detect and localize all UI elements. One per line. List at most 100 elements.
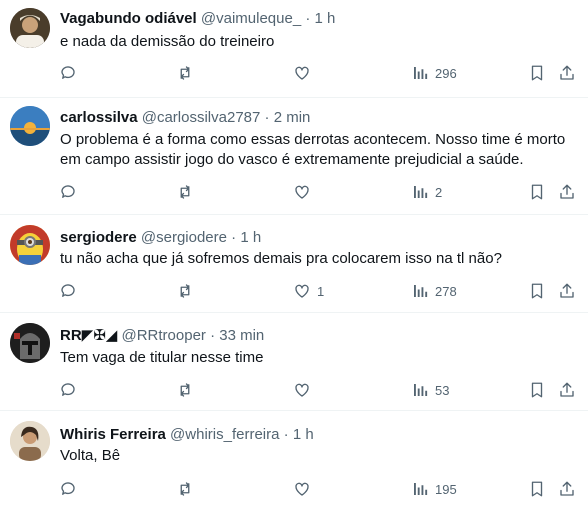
bookmark-icon bbox=[531, 184, 543, 200]
views-chart-icon bbox=[414, 186, 428, 198]
share-button[interactable] bbox=[558, 479, 576, 499]
views-button[interactable]: 278 bbox=[411, 281, 457, 301]
reply-icon bbox=[61, 185, 75, 198]
separator-dot: · bbox=[210, 327, 216, 344]
avatar[interactable] bbox=[10, 106, 50, 146]
separator-dot: · bbox=[231, 229, 237, 246]
reply-button[interactable] bbox=[59, 63, 83, 83]
display-name[interactable]: RR◤✠◢ bbox=[60, 327, 117, 344]
avatar-image bbox=[10, 225, 50, 265]
timestamp[interactable]: 1 h bbox=[240, 229, 261, 246]
avatar[interactable] bbox=[10, 225, 50, 265]
views-button[interactable]: 2 bbox=[411, 182, 442, 202]
reply-button[interactable] bbox=[59, 479, 83, 499]
timestamp[interactable]: 1 h bbox=[315, 10, 336, 27]
avatar[interactable] bbox=[10, 421, 50, 461]
views-button[interactable]: 195 bbox=[411, 479, 457, 499]
reply-button[interactable] bbox=[59, 380, 83, 400]
view-count: 278 bbox=[435, 283, 457, 299]
like-button[interactable] bbox=[293, 182, 317, 202]
share-icon bbox=[560, 65, 574, 80]
views-button[interactable]: 296 bbox=[411, 63, 457, 83]
bookmark-icon bbox=[531, 481, 543, 497]
display-name[interactable]: Vagabundo odiável bbox=[60, 10, 197, 27]
views-chart-icon bbox=[414, 285, 428, 297]
avatar[interactable] bbox=[10, 323, 50, 363]
user-handle[interactable]: @whiris_ferreira bbox=[170, 426, 279, 443]
action-bar: 195 bbox=[0, 479, 588, 499]
display-name[interactable]: Whiris Ferreira bbox=[60, 426, 166, 443]
reply-button[interactable] bbox=[59, 281, 83, 301]
tweet[interactable]: Vagabundo odiável @vaimuleque_ · 1 h e n… bbox=[0, 0, 588, 98]
action-bar: 1 278 bbox=[0, 281, 588, 301]
bookmark-button[interactable] bbox=[528, 281, 546, 301]
like-button[interactable] bbox=[293, 380, 317, 400]
retweet-button[interactable] bbox=[176, 380, 200, 400]
retweet-button[interactable] bbox=[176, 63, 200, 83]
retweet-button[interactable] bbox=[176, 182, 200, 202]
separator-dot: · bbox=[264, 109, 270, 126]
timestamp[interactable]: 33 min bbox=[219, 327, 264, 344]
action-bar: 2 bbox=[0, 182, 588, 202]
tweet-header: carlossilva @carlossilva2787 · 2 min bbox=[60, 108, 310, 128]
avatar-image bbox=[10, 8, 50, 48]
heart-icon bbox=[295, 284, 309, 298]
bookmark-button[interactable] bbox=[528, 479, 546, 499]
share-button[interactable] bbox=[558, 281, 576, 301]
retweet-icon bbox=[180, 482, 190, 496]
tweet-header: sergiodere @sergiodere · 1 h bbox=[60, 228, 261, 248]
retweet-icon bbox=[180, 66, 190, 80]
tweet-text: Volta, Bê bbox=[60, 447, 121, 464]
timestamp[interactable]: 1 h bbox=[293, 426, 314, 443]
tweet[interactable]: carlossilva @carlossilva2787 · 2 min O p… bbox=[0, 98, 588, 215]
share-button[interactable] bbox=[558, 380, 576, 400]
bookmark-icon bbox=[531, 283, 543, 299]
tweet-text: e nada da demissão do treineiro bbox=[60, 33, 275, 50]
share-button[interactable] bbox=[558, 63, 576, 83]
heart-icon bbox=[295, 185, 309, 199]
user-handle[interactable]: @carlossilva2787 bbox=[142, 109, 261, 126]
user-handle[interactable]: @vaimuleque_ bbox=[201, 10, 301, 27]
retweet-icon bbox=[180, 383, 190, 397]
avatar-image bbox=[10, 421, 50, 461]
share-icon bbox=[560, 184, 574, 199]
views-button[interactable]: 53 bbox=[411, 380, 449, 400]
like-button[interactable]: 1 bbox=[293, 281, 324, 301]
reply-icon bbox=[61, 284, 75, 297]
share-icon bbox=[560, 481, 574, 496]
reply-button[interactable] bbox=[59, 182, 83, 202]
bookmark-button[interactable] bbox=[528, 380, 546, 400]
action-bar: 296 bbox=[0, 63, 588, 83]
view-count: 195 bbox=[435, 481, 457, 497]
action-bar: 53 bbox=[0, 380, 588, 400]
like-button[interactable] bbox=[293, 479, 317, 499]
heart-icon bbox=[295, 383, 309, 397]
views-chart-icon bbox=[414, 67, 428, 79]
tweet[interactable]: Whiris Ferreira @whiris_ferreira · 1 h V… bbox=[0, 411, 588, 510]
share-icon bbox=[560, 283, 574, 298]
tweet[interactable]: sergiodere @sergiodere · 1 h tu não acha… bbox=[0, 215, 588, 313]
like-button[interactable] bbox=[293, 63, 317, 83]
display-name[interactable]: sergiodere bbox=[60, 229, 137, 246]
tweet-header: RR◤✠◢ @RRtrooper · 33 min bbox=[60, 326, 264, 346]
tweet-header: Whiris Ferreira @whiris_ferreira · 1 h bbox=[60, 425, 314, 445]
reply-feed: Vagabundo odiável @vaimuleque_ · 1 h e n… bbox=[0, 0, 588, 510]
view-count: 53 bbox=[435, 382, 450, 398]
share-button[interactable] bbox=[558, 182, 576, 202]
tweet-header: Vagabundo odiável @vaimuleque_ · 1 h bbox=[60, 9, 335, 29]
tweet[interactable]: RR◤✠◢ @RRtrooper · 33 min Tem vaga de ti… bbox=[0, 313, 588, 411]
view-count: 2 bbox=[435, 184, 443, 200]
user-handle[interactable]: @sergiodere bbox=[141, 229, 227, 246]
tweet-text: Tem vaga de titular nesse time bbox=[60, 349, 264, 366]
views-chart-icon bbox=[414, 384, 428, 396]
retweet-button[interactable] bbox=[176, 479, 200, 499]
bookmark-button[interactable] bbox=[528, 63, 546, 83]
avatar[interactable] bbox=[10, 8, 50, 48]
tweet-text: tu não acha que já sofremos demais pra c… bbox=[60, 250, 502, 267]
retweet-button[interactable] bbox=[176, 281, 200, 301]
heart-icon bbox=[295, 482, 309, 496]
timestamp[interactable]: 2 min bbox=[274, 109, 311, 126]
user-handle[interactable]: @RRtrooper bbox=[121, 327, 205, 344]
bookmark-button[interactable] bbox=[528, 182, 546, 202]
display-name[interactable]: carlossilva bbox=[60, 109, 138, 126]
